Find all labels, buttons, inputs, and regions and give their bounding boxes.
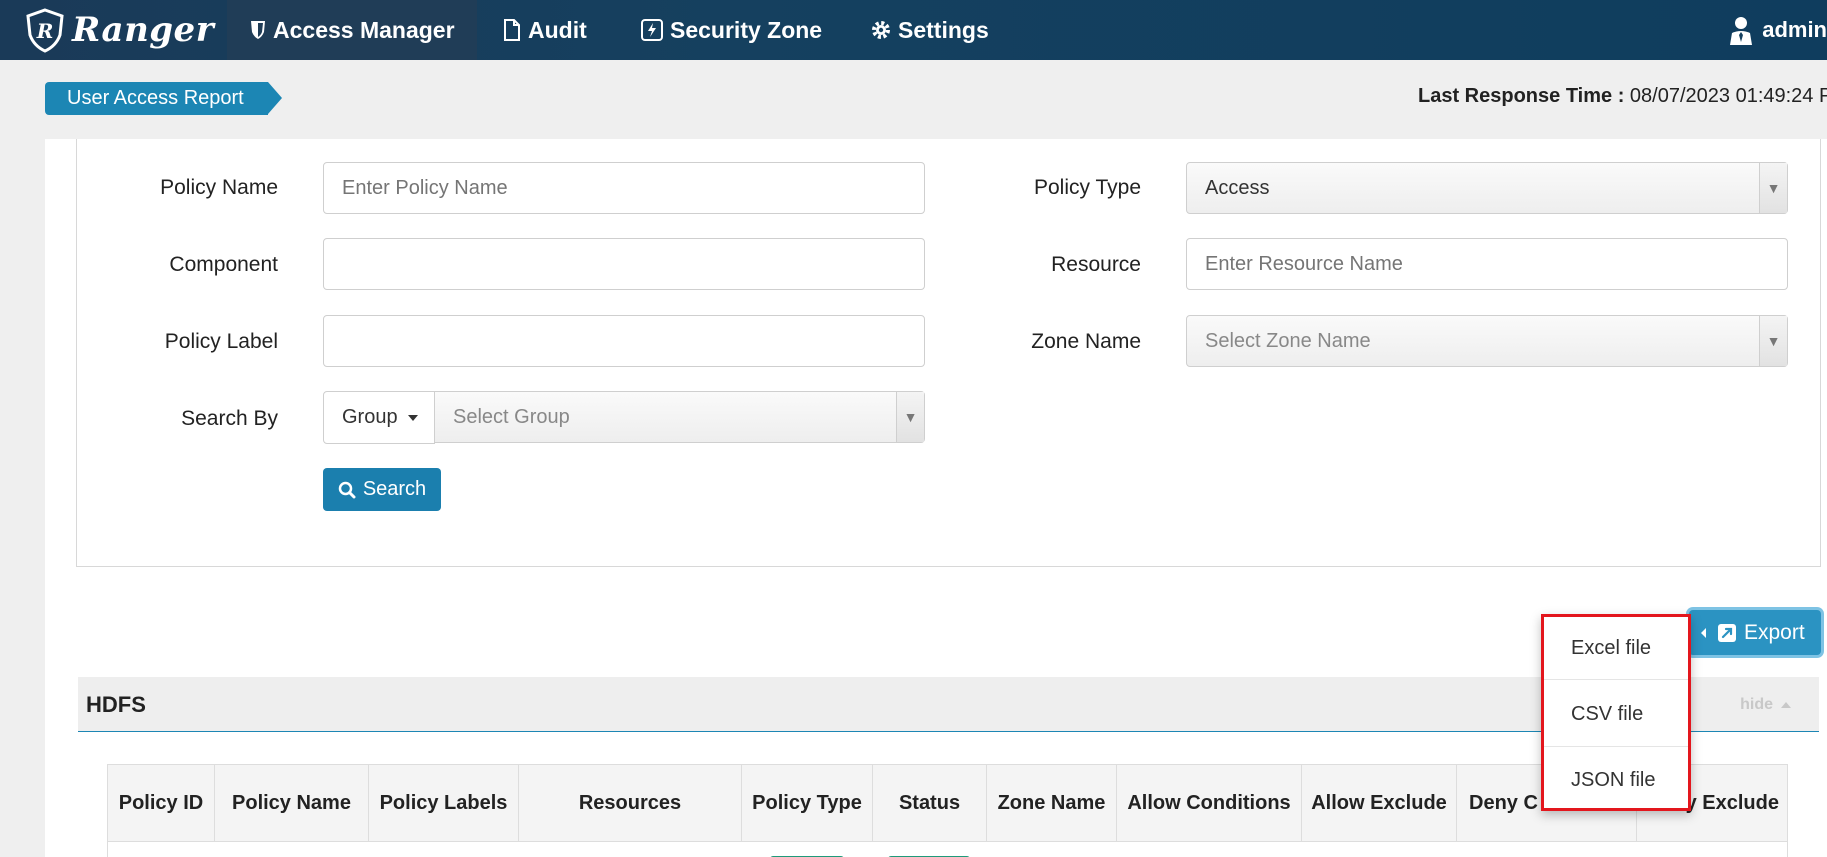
policy-table: Policy ID Policy Name Policy Labels Reso… (107, 764, 1788, 857)
select-arrow-icon: ▼ (1759, 163, 1787, 213)
last-response-time: Last Response Time : 08/07/2023 01:49:24… (1418, 85, 1827, 108)
select-arrow-icon: ▼ (1759, 316, 1787, 366)
zone-name-placeholder: Select Zone Name (1205, 329, 1371, 352)
last-response-time-value: 08/07/2023 01:49:24 PM (1629, 85, 1827, 107)
user-icon (1730, 17, 1753, 45)
svg-text:R: R (36, 19, 54, 43)
brand[interactable]: R Ranger (22, 4, 214, 56)
export-dropdown-menu: Excel file CSV file JSON file (1541, 614, 1691, 811)
policy-type-label: Policy Type (1034, 176, 1141, 199)
caret-left-icon (1701, 627, 1706, 638)
nav-security-zone[interactable]: Security Zone (618, 0, 844, 60)
resource-input[interactable] (1186, 238, 1788, 290)
column-header[interactable]: Policy Type (742, 765, 873, 841)
last-response-time-label: Last Response Time : (1418, 85, 1625, 107)
row-divider (108, 841, 1787, 842)
user-menu[interactable]: admin (1728, 0, 1827, 60)
policy-label-input[interactable] (323, 315, 925, 367)
top-navbar: R Ranger Access Manager Audit Security Z… (0, 0, 1827, 60)
nav-audit-label: Audit (528, 16, 587, 43)
brand-name: Ranger (72, 10, 215, 50)
component-label: Component (169, 253, 278, 276)
hide-toggle-label: hide (1740, 696, 1773, 713)
column-header[interactable]: Policy Labels (369, 765, 519, 841)
bolt-box-icon (641, 19, 663, 41)
search-button[interactable]: Search (323, 468, 441, 511)
shield-icon (251, 21, 265, 39)
search-by-mode: Group (342, 406, 398, 428)
search-button-label: Search (362, 478, 427, 500)
policy-type-select[interactable]: Access ▼ (1186, 162, 1788, 214)
resource-label: Resource (1051, 253, 1141, 276)
hide-toggle[interactable]: hide (1740, 696, 1791, 714)
policy-name-input[interactable] (323, 162, 925, 214)
menu-divider (1544, 679, 1688, 680)
file-icon (504, 19, 520, 41)
column-header[interactable]: Zone Name (987, 765, 1117, 841)
nav-security-zone-label: Security Zone (670, 16, 823, 43)
breadcrumb-label: User Access Report (67, 87, 244, 109)
search-by-dropdown[interactable]: Group (323, 391, 435, 444)
export-csv-option[interactable]: CSV file (1571, 703, 1643, 726)
component-input[interactable] (323, 238, 925, 290)
nav-access-manager-label: Access Manager (273, 16, 455, 43)
select-arrow-icon: ▼ (896, 392, 924, 442)
policy-label-label: Policy Label (164, 330, 278, 353)
zone-name-select[interactable]: Select Zone Name ▼ (1186, 315, 1788, 367)
nav-access-manager[interactable]: Access Manager (227, 0, 477, 60)
column-header[interactable]: Policy Name (215, 765, 369, 841)
caret-up-icon (1781, 701, 1791, 708)
menu-divider (1544, 746, 1688, 747)
nav-audit[interactable]: Audit (480, 0, 609, 60)
nav-settings[interactable]: Settings (848, 0, 1011, 60)
column-header[interactable]: Status (873, 765, 987, 841)
search-icon (338, 481, 356, 498)
zone-name-label: Zone Name (1031, 330, 1141, 353)
column-header[interactable]: Allow Exclude (1302, 765, 1457, 841)
ranger-logo-icon: R (26, 8, 64, 53)
search-by-label: Search By (181, 407, 278, 430)
policy-name-label: Policy Name (160, 176, 278, 199)
policy-type-value: Access (1205, 176, 1270, 199)
breadcrumb[interactable]: User Access Report (45, 82, 282, 115)
column-header[interactable]: Allow Conditions (1117, 765, 1302, 841)
export-excel-option[interactable]: Excel file (1571, 637, 1651, 660)
caret-down-icon (407, 414, 418, 421)
export-json-option[interactable]: JSON file (1571, 769, 1655, 792)
column-header[interactable]: Resources (519, 765, 742, 841)
gear-icon (872, 21, 890, 39)
external-link-icon (1718, 623, 1736, 642)
nav-settings-label: Settings (898, 16, 989, 43)
section-title: HDFS (86, 692, 146, 717)
export-button-label: Export (1744, 620, 1805, 644)
select-group[interactable]: Select Group ▼ (434, 391, 925, 443)
column-header[interactable]: Policy ID (108, 765, 215, 841)
select-group-placeholder: Select Group (453, 405, 570, 428)
user-name: admin (1762, 17, 1827, 42)
export-button[interactable]: Export (1689, 610, 1821, 655)
